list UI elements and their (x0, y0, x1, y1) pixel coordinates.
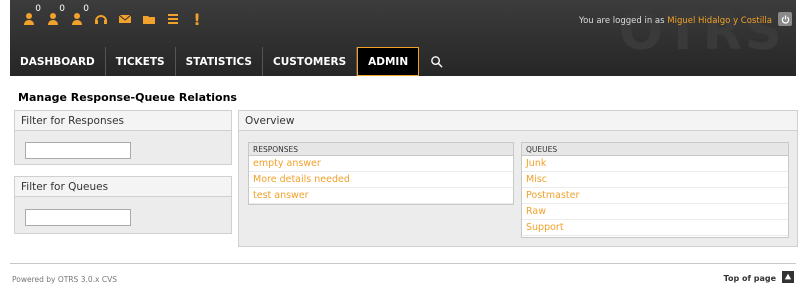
footer-divider (10, 263, 796, 264)
user-name-link[interactable]: Miguel Hidalgo y Costilla (667, 16, 772, 26)
overview-box: Overview RESPONSES empty answer More det… (238, 110, 798, 247)
queues-header: QUEUES (522, 143, 788, 156)
list-icon[interactable] (164, 10, 182, 28)
exclamation-icon[interactable]: ! (188, 10, 206, 29)
responsible-count: 0 (83, 4, 89, 14)
logout-icon[interactable] (778, 12, 792, 26)
queue-item-postmaster[interactable]: Postmaster (522, 188, 788, 204)
response-item-empty-answer[interactable]: empty answer (249, 156, 513, 172)
locked-count: 0 (35, 4, 41, 14)
page-title: Manage Response-Queue Relations (18, 91, 237, 104)
nav-admin[interactable]: ADMIN (357, 47, 420, 76)
queue-item-raw[interactable]: Raw (522, 204, 788, 220)
queue-item-junk[interactable]: Junk (522, 156, 788, 172)
headset-icon[interactable] (92, 10, 110, 28)
nav-dashboard[interactable]: DASHBOARD (10, 47, 106, 76)
login-prefix: You are logged in as (579, 16, 665, 26)
folder-icon[interactable] (140, 10, 158, 28)
filter-queues-input[interactable] (25, 209, 131, 226)
arrow-up-icon[interactable] (782, 271, 794, 283)
filter-responses-title: Filter for Responses (15, 111, 231, 131)
responses-header: RESPONSES (249, 143, 513, 156)
overview-title: Overview (239, 111, 797, 131)
nav-customers[interactable]: CUSTOMERS (263, 47, 358, 76)
queue-item-misc[interactable]: Misc (522, 172, 788, 188)
nav-statistics[interactable]: STATISTICS (176, 47, 263, 76)
email-icon[interactable] (116, 10, 134, 28)
user-watched-icon[interactable]: 0 (44, 4, 65, 28)
user-locked-icon[interactable]: 0 (20, 4, 41, 28)
toolbar: 0 0 0 ! (20, 4, 206, 29)
otrs-logo: OTRS (618, 2, 784, 62)
top-of-page-link[interactable]: Top of page (724, 274, 776, 283)
response-item-more-details[interactable]: More details needed (249, 172, 513, 188)
login-info: You are logged in as Miguel Hidalgo y Co… (579, 16, 772, 26)
responses-table: RESPONSES empty answer More details need… (248, 142, 514, 205)
watched-count: 0 (59, 4, 65, 14)
header-bar: OTRS 0 0 0 ! You are logged in as Miguel (10, 0, 796, 76)
response-item-test-answer[interactable]: test answer (249, 188, 513, 204)
user-responsible-icon[interactable]: 0 (68, 4, 89, 28)
nav-tickets[interactable]: TICKETS (106, 47, 176, 76)
queues-table: QUEUES Junk Misc Postmaster Raw Support (521, 142, 789, 238)
powered-by-link[interactable]: Powered by OTRS 3.0.x CVS (12, 275, 117, 284)
filter-responses-input[interactable] (25, 142, 131, 159)
filter-queues-title: Filter for Queues (15, 177, 231, 197)
filter-responses-box: Filter for Responses (14, 110, 232, 165)
queue-item-support[interactable]: Support (522, 220, 788, 236)
search-icon[interactable] (419, 47, 453, 76)
filter-queues-box: Filter for Queues (14, 176, 232, 234)
main-nav: DASHBOARD TICKETS STATISTICS CUSTOMERS A… (10, 47, 453, 76)
